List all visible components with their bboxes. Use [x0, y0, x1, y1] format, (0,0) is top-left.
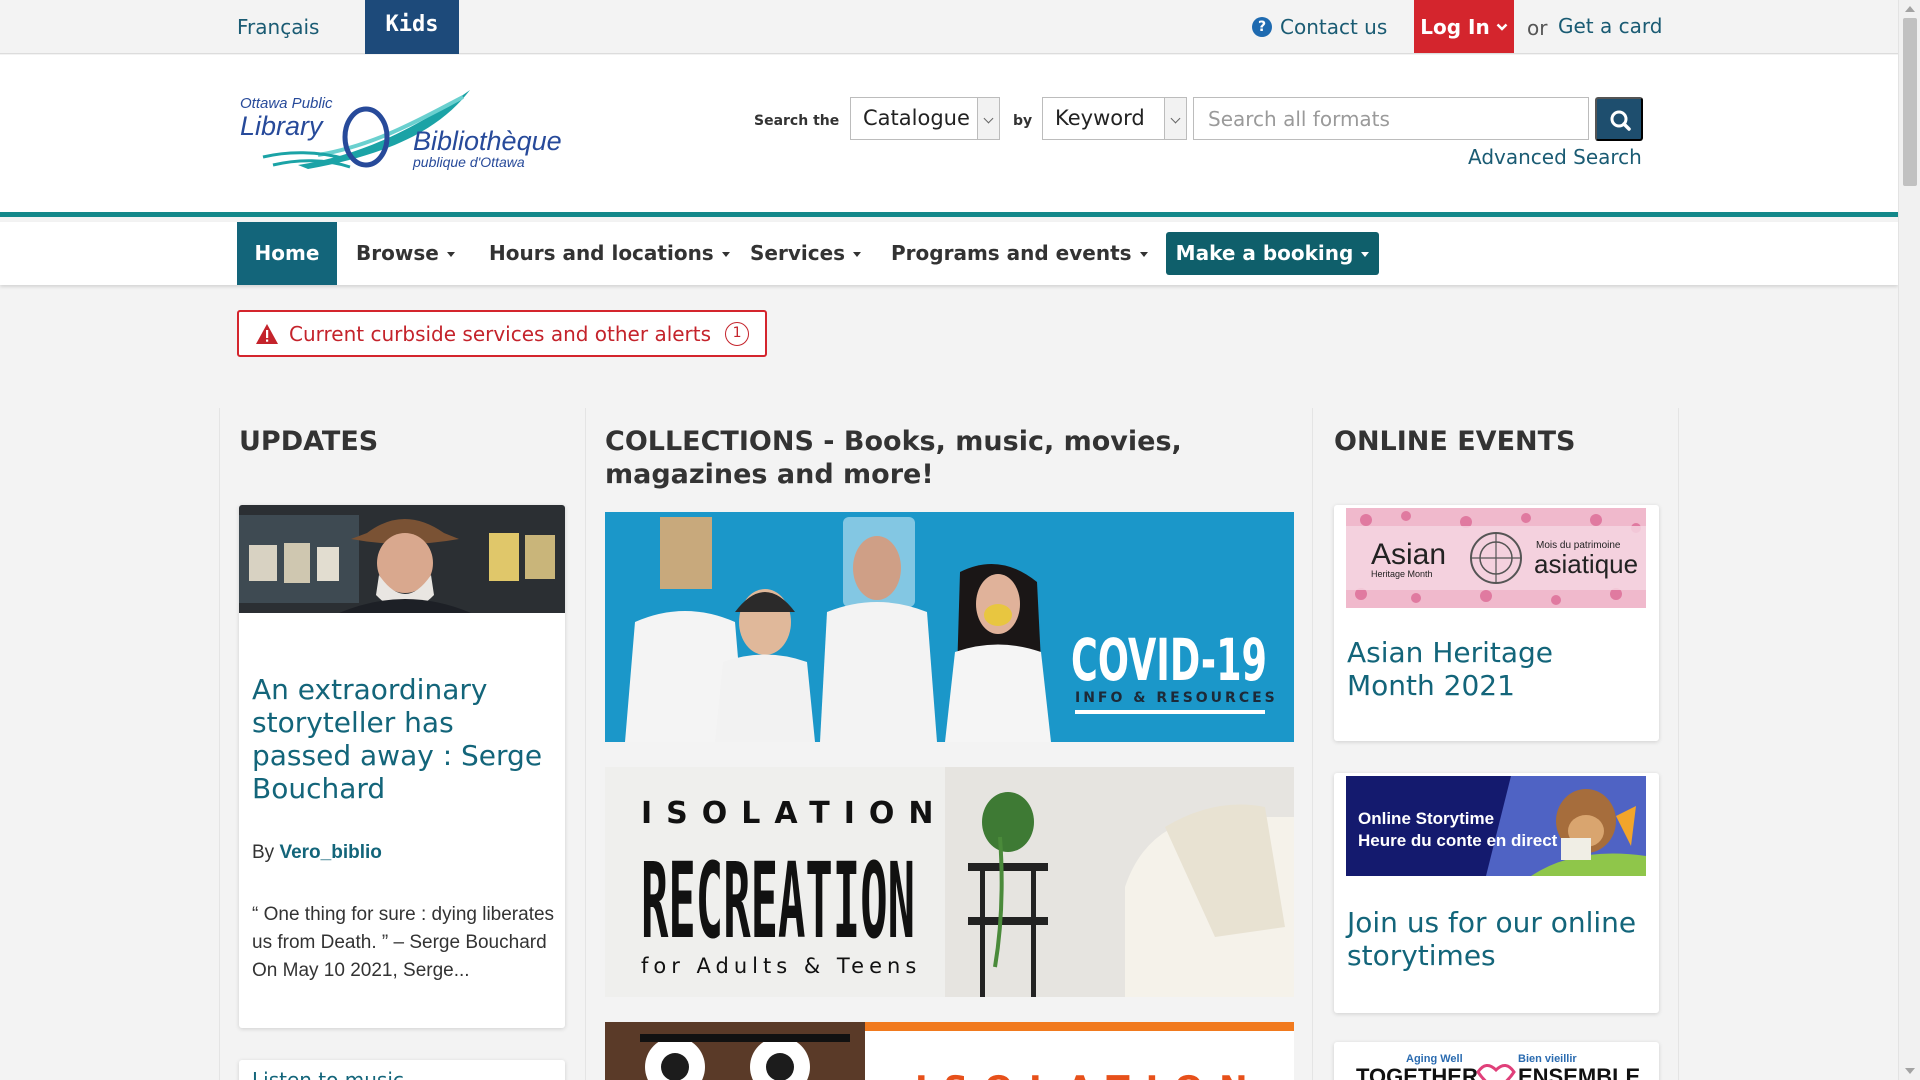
- svg-text:TOGETHER: TOGETHER: [1356, 1064, 1478, 1080]
- page-scrollbar[interactable]: [1898, 0, 1920, 1080]
- event-title[interactable]: Join us for our online storytimes: [1347, 906, 1652, 972]
- login-button[interactable]: Log In: [1414, 0, 1514, 53]
- author-link[interactable]: Vero_biblio: [279, 842, 381, 863]
- search-button[interactable]: [1595, 97, 1643, 141]
- main-nav: Home Browse Hours and locations Services…: [0, 222, 1898, 285]
- column-divider: [585, 408, 586, 1080]
- update-title[interactable]: Listen to music: [252, 1068, 404, 1080]
- keyword-select[interactable]: Keyword: [1042, 97, 1187, 140]
- covid-banner-image: COVID-19 INFO & RESOURCES: [605, 512, 1294, 742]
- isolation-recreation-banner[interactable]: ISOLATION RECREATION for Adults & Teens: [605, 767, 1294, 997]
- caret-down-icon: [446, 252, 455, 257]
- caret-down-icon: [853, 252, 862, 257]
- alerts-button[interactable]: Current curbside services and other aler…: [237, 310, 767, 357]
- library-logo[interactable]: Ottawa Public Library Bibliothèque publi…: [238, 85, 578, 175]
- nav-browse[interactable]: Browse: [356, 222, 455, 285]
- svg-text:RECREATION: RECREATION: [641, 840, 915, 962]
- chevron-down-icon: [1496, 23, 1508, 31]
- svg-text:Online Storytime: Online Storytime: [1358, 809, 1494, 828]
- nav-hours-label: Hours and locations: [489, 241, 714, 265]
- update-card[interactable]: Listen to music: [239, 1060, 565, 1080]
- catalogue-select[interactable]: Catalogue: [850, 97, 1000, 140]
- svg-text:ISOLATION: ISOLATION: [915, 1069, 1264, 1080]
- scrollbar-thumb[interactable]: [1903, 18, 1917, 186]
- utility-bar: Français Kids ? Contact us Log In or Get…: [0, 0, 1898, 54]
- svg-text:for Adults & Teens: for Adults & Teens: [641, 954, 921, 978]
- update-excerpt: “ One thing for sure : dying liberates u…: [252, 904, 555, 981]
- nav-home[interactable]: Home: [237, 222, 337, 285]
- column-divider: [1678, 408, 1679, 1080]
- library-logo-graphic: Ottawa Public Library Bibliothèque publi…: [240, 90, 562, 170]
- nav-programs-label: Programs and events: [891, 241, 1132, 265]
- event-card[interactable]: Online Storytime Heure du conte en direc…: [1334, 773, 1659, 1013]
- nav-services[interactable]: Services: [750, 222, 862, 285]
- svg-text:Ottawa Public: Ottawa Public: [240, 95, 333, 112]
- alerts-label: Current curbside services and other aler…: [289, 321, 712, 346]
- language-link[interactable]: Français: [237, 15, 319, 39]
- warning-icon: [256, 323, 278, 344]
- asian-heritage-banner: Asian Heritage Month Mois du patrimoine …: [1346, 508, 1646, 608]
- advanced-search-link[interactable]: Advanced Search: [1468, 145, 1642, 169]
- chevron-down-icon: [1164, 98, 1186, 139]
- svg-text:COVID-19: COVID-19: [1071, 626, 1267, 694]
- search-the-label: Search the: [754, 113, 840, 129]
- contact-us-link[interactable]: ? Contact us: [1252, 15, 1387, 39]
- svg-text:ENSEMBLE: ENSEMBLE: [1518, 1064, 1640, 1080]
- storytime-banner: Online Storytime Heure du conte en direc…: [1346, 776, 1646, 876]
- nav-hours-and-locations[interactable]: Hours and locations: [489, 222, 730, 285]
- caret-down-icon: [1361, 252, 1370, 257]
- column-divider: [1312, 408, 1313, 1080]
- catalogue-select-value: Catalogue: [863, 106, 970, 130]
- updates-heading: UPDATES: [239, 426, 379, 457]
- site-header: Ottawa Public Library Bibliothèque publi…: [0, 55, 1898, 217]
- event-title[interactable]: Asian Heritage Month 2021: [1347, 636, 1647, 702]
- nav-browse-label: Browse: [356, 241, 439, 265]
- isolation-recreation-image: ISOLATION RECREATION for Adults & Teens: [605, 767, 1294, 997]
- covid-banner[interactable]: COVID-19 INFO & RESOURCES: [605, 512, 1294, 742]
- svg-text:Library: Library: [240, 111, 324, 141]
- make-a-booking-button[interactable]: Make a booking: [1166, 232, 1379, 275]
- svg-text:Asian: Asian: [1371, 538, 1446, 571]
- by-label: By: [252, 842, 275, 863]
- make-a-booking-label: Make a booking: [1175, 241, 1354, 265]
- search-input[interactable]: [1193, 97, 1589, 140]
- caret-down-icon: [721, 252, 730, 257]
- event-card[interactable]: Aging Well Bien vieillir TOGETHER ENSEMB…: [1334, 1042, 1659, 1080]
- update-title[interactable]: An extraordinary storyteller has passed …: [252, 673, 552, 805]
- page: Français Kids ? Contact us Log In or Get…: [0, 0, 1898, 1080]
- svg-text:Bibliothèque: Bibliothèque: [413, 126, 562, 156]
- svg-text:ISOLATION: ISOLATION: [641, 796, 948, 831]
- svg-text:Heritage Month: Heritage Month: [1371, 569, 1433, 579]
- column-divider: [219, 408, 220, 1080]
- get-card-link[interactable]: Get a card: [1558, 14, 1662, 38]
- nav-services-label: Services: [750, 241, 846, 265]
- collections-heading: COLLECTIONS - Books, music, movies, maga…: [605, 426, 1182, 490]
- svg-text:asiatique: asiatique: [1534, 549, 1638, 579]
- login-label: Log In: [1420, 14, 1490, 39]
- svg-text:publique d'Ottawa: publique d'Ottawa: [412, 154, 525, 170]
- update-card[interactable]: An extraordinary storyteller has passed …: [239, 505, 565, 1028]
- contact-us-label: Contact us: [1280, 15, 1388, 39]
- scroll-down-arrow-icon[interactable]: [1905, 1068, 1915, 1074]
- scroll-up-arrow-icon[interactable]: [1905, 6, 1915, 12]
- svg-text:Heure du conte en direct: Heure du conte en direct: [1358, 831, 1558, 850]
- kids-link[interactable]: Kids: [365, 0, 459, 54]
- search-icon: [1610, 110, 1631, 131]
- by-label: by: [1013, 113, 1033, 129]
- update-photo: [239, 505, 565, 613]
- event-card[interactable]: Asian Heritage Month Mois du patrimoine …: [1334, 505, 1659, 741]
- question-icon: ?: [1252, 17, 1272, 37]
- isolation-banner-3-image: ISOLATION: [605, 1022, 1294, 1080]
- or-text: or: [1527, 16, 1548, 40]
- update-byline: By Vero_biblio: [252, 839, 382, 867]
- caret-down-icon: [1139, 252, 1148, 257]
- alert-count-badge: 1: [725, 321, 750, 346]
- svg-text:INFO & RESOURCES: INFO & RESOURCES: [1075, 690, 1278, 706]
- isolation-banner-3[interactable]: ISOLATION: [605, 1022, 1294, 1080]
- keyword-select-value: Keyword: [1055, 106, 1145, 130]
- nav-programs-and-events[interactable]: Programs and events: [891, 222, 1148, 285]
- aging-well-banner: Aging Well Bien vieillir TOGETHER ENSEMB…: [1346, 1050, 1646, 1080]
- chevron-down-icon: [977, 98, 999, 139]
- online-events-heading: ONLINE EVENTS: [1334, 426, 1576, 457]
